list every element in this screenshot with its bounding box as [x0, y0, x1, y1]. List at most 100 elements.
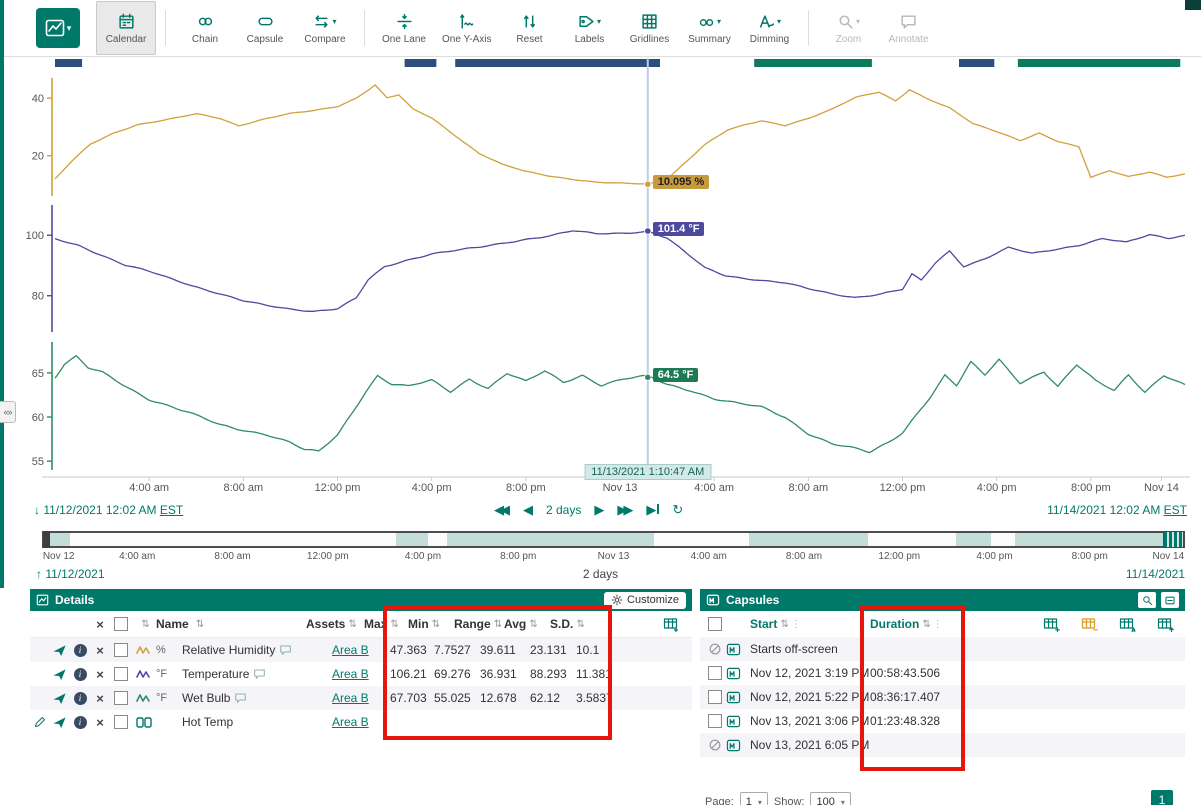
row-checkbox[interactable]: [114, 691, 128, 705]
calendar-icon: [118, 11, 135, 31]
comment-icon[interactable]: [234, 692, 247, 704]
capsule-row[interactable]: Nov 13, 2021 3:06 PM 01:23:48.328: [700, 709, 1185, 733]
column-header-avg[interactable]: Avg⇅: [504, 617, 550, 631]
details-row-hot-temp[interactable]: i × Hot Temp Area B: [30, 710, 692, 734]
column-header-max[interactable]: Max⇅: [364, 617, 408, 631]
overview-right-handle[interactable]: [1163, 531, 1184, 548]
add-column-icon[interactable]: [1043, 617, 1061, 632]
edit-icon[interactable]: [30, 716, 48, 728]
sort-icon[interactable]: ⇅: [141, 619, 149, 630]
remove-icon[interactable]: ×: [90, 667, 110, 682]
series-line: [55, 356, 1185, 453]
remove-icon[interactable]: ×: [90, 715, 110, 730]
row-checkbox[interactable]: [114, 667, 128, 681]
capsule-time-icon: [257, 11, 274, 31]
column-header-assets[interactable]: Assets⇅: [306, 617, 364, 631]
toolbar-label: Labels: [575, 34, 604, 45]
search-button[interactable]: [1138, 592, 1156, 608]
row-checkbox[interactable]: [708, 666, 722, 680]
timezone-link[interactable]: EST: [1164, 503, 1187, 517]
details-panel-title: Details: [55, 593, 94, 607]
select-all-checkbox[interactable]: [708, 617, 722, 631]
pin-icon[interactable]: [48, 643, 70, 658]
top-toolbar: ▾ Calendar Chain Capsule ▾ Co: [0, 0, 1201, 57]
select-all-checkbox[interactable]: [114, 617, 128, 631]
signal-icon: [132, 692, 156, 704]
toolbar-button-chain[interactable]: Chain: [175, 1, 235, 55]
remove-all-icon[interactable]: ×: [96, 617, 104, 632]
jump-forward-button[interactable]: ▶▶: [617, 502, 629, 518]
trend-logo-icon: [45, 19, 65, 37]
toolbar-button-dimming[interactable]: ▾ Dimming: [739, 1, 799, 55]
refresh-icon[interactable]: ↻: [672, 502, 683, 518]
toolbar-button-one-y-axis[interactable]: One Y-Axis: [434, 1, 499, 55]
toolbar-button-calendar[interactable]: Calendar: [96, 1, 156, 55]
row-checkbox[interactable]: [708, 714, 722, 728]
toolbar-button-labels[interactable]: ▾ Labels: [559, 1, 619, 55]
row-checkbox[interactable]: [114, 643, 128, 657]
toolbar-button-one-lane[interactable]: One Lane: [374, 1, 434, 55]
jump-to-end-button[interactable]: ▶: [646, 502, 659, 518]
grid-options-icon[interactable]: [1119, 617, 1137, 632]
add-column-icon[interactable]: [663, 617, 680, 632]
workbench-logo-button[interactable]: ▾: [36, 8, 80, 48]
column-header-sd[interactable]: S.D.⇅: [550, 617, 590, 631]
step-back-button[interactable]: ◀: [523, 502, 533, 518]
overview-left-handle[interactable]: [43, 531, 50, 548]
step-forward-button[interactable]: ▶: [594, 502, 604, 518]
info-icon[interactable]: i: [70, 668, 90, 681]
column-stats-icon[interactable]: [1081, 617, 1099, 632]
collapse-button[interactable]: [1161, 592, 1179, 608]
overview-timeline[interactable]: [42, 531, 1185, 548]
asset-link[interactable]: Area B: [332, 715, 369, 729]
investigate-range-start: ↑ 11/12/2021: [36, 567, 105, 581]
pin-icon[interactable]: [48, 691, 70, 706]
column-header-duration[interactable]: Duration⇅⋮: [870, 617, 966, 631]
toolbar-button-gridlines[interactable]: Gridlines: [619, 1, 679, 55]
row-checkbox[interactable]: [114, 715, 128, 729]
info-icon[interactable]: i: [70, 644, 90, 657]
arrow-down-icon[interactable]: ↓: [34, 503, 40, 517]
capsule-row[interactable]: Nov 12, 2021 3:19 PM 00:58:43.506: [700, 661, 1185, 685]
row-checkbox[interactable]: [708, 690, 722, 704]
show-select[interactable]: 100▾: [810, 792, 850, 805]
remove-icon[interactable]: ×: [90, 691, 110, 706]
sidebar-collapse-handle[interactable]: «»: [0, 401, 16, 423]
column-header-start[interactable]: Start⇅⋮: [750, 617, 870, 631]
toolbar-button-reset[interactable]: Reset: [499, 1, 559, 55]
range-duration-label[interactable]: 2 days: [546, 503, 581, 517]
page-number-button[interactable]: 1: [1151, 790, 1173, 805]
page-select[interactable]: 1▾: [740, 792, 768, 805]
toolbar-button-summary[interactable]: ▾ Summary: [679, 1, 739, 55]
column-header-range[interactable]: Range⇅: [454, 617, 504, 631]
remove-icon[interactable]: ×: [90, 643, 110, 658]
toolbar-button-compare[interactable]: ▾ Compare: [295, 1, 355, 55]
details-row-relative-humidity[interactable]: i × % Relative Humidity Area B 47.363 7.…: [30, 638, 692, 662]
toolbar-button-annotate[interactable]: Annotate: [878, 1, 938, 55]
jump-back-button[interactable]: ◀◀: [494, 502, 506, 518]
asset-link[interactable]: Area B: [332, 667, 369, 681]
timezone-link[interactable]: EST: [160, 503, 183, 517]
grid-export-icon[interactable]: [1157, 617, 1175, 632]
column-header-name[interactable]: Name⇅: [156, 617, 306, 631]
capsule-bar: [1018, 59, 1180, 67]
asset-link[interactable]: Area B: [332, 691, 369, 705]
pin-icon[interactable]: [48, 667, 70, 682]
info-icon[interactable]: i: [70, 692, 90, 705]
details-row-wet-bulb[interactable]: i × °F Wet Bulb Area B 67.703 55.025 12.…: [30, 686, 692, 710]
toolbar-button-capsule[interactable]: Capsule: [235, 1, 295, 55]
capsule-row[interactable]: Nov 13, 2021 6:05 PM: [700, 733, 1185, 757]
capsule-row[interactable]: Nov 12, 2021 5:22 PM 08:36:17.407: [700, 685, 1185, 709]
pin-icon[interactable]: [48, 715, 70, 730]
asset-link[interactable]: Area B: [332, 643, 369, 657]
customize-button[interactable]: Customize: [604, 592, 686, 609]
comment-icon[interactable]: [279, 644, 292, 656]
column-header-min[interactable]: Min⇅: [408, 617, 454, 631]
comment-icon[interactable]: [253, 668, 266, 680]
details-row-temperature[interactable]: i × °F Temperature Area B 106.21 69.276 …: [30, 662, 692, 686]
capsule-row[interactable]: Starts off-screen: [700, 637, 1185, 661]
arrow-up-icon[interactable]: ↑: [36, 567, 42, 581]
toolbar-button-zoom[interactable]: ▾ Zoom: [818, 1, 878, 55]
trend-chart[interactable]: 402010080656055: [0, 0, 1201, 500]
info-icon[interactable]: i: [70, 716, 90, 729]
